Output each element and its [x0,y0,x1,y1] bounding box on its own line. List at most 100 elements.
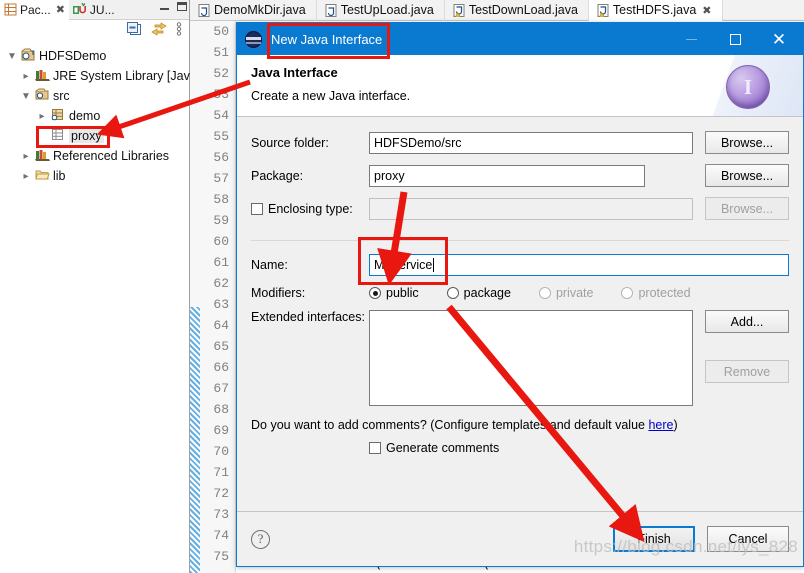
editor-tab-testhdfs[interactable]: TestHDFS.java ✖ [588,0,723,21]
line-number: 59 [213,213,229,228]
editor-tab-label: TestDownLoad.java [468,3,578,17]
chevron-down-icon[interactable]: ▼ [20,91,32,102]
view-window-buttons [160,2,187,11]
chevron-right-icon[interactable]: ▸ [36,111,48,122]
line-number: 60 [213,234,229,249]
package-label: Package: [251,168,304,183]
help-icon-label: ? [257,531,264,546]
source-folder-label: Source folder: [251,135,329,150]
watermark: https://blog.csdn.net/lys_828 [573,537,798,556]
view-tab-package-explorer[interactable]: Pac... ✖ [0,0,69,20]
editor-tab-demomkdir[interactable]: DemoMkDir.java [190,0,317,21]
editor-tab-testdownload[interactable]: TestDownLoad.java [445,0,589,21]
radio-icon[interactable] [446,287,459,299]
extended-interfaces-buttons: Add... Remove [705,310,789,383]
chevron-down-icon[interactable]: ▼ [6,51,18,62]
editor-tab-label: TestHDFS.java [612,3,697,17]
close-icon[interactable]: ✖ [56,3,65,16]
package-explorer-panel: Pac... ✖ JU... ▼ HDFSDemo ▸ JRE System L… [0,0,190,573]
close-button[interactable]: ✕ [757,23,801,55]
close-icon[interactable]: ✖ [702,4,711,17]
editor-tab-testupload[interactable]: TestUpLoad.java [317,0,445,21]
enclosing-type-row: Enclosing type: Browse... [251,197,789,220]
tree-item-src[interactable]: ▼ src [0,86,189,106]
line-number: 54 [213,108,229,123]
extended-interfaces-list[interactable] [369,310,693,406]
tree-item-label: JRE System Library [Jav [53,69,190,83]
enclosing-type-label: Enclosing type: [268,201,353,216]
chevron-right-icon[interactable]: ▸ [20,151,32,162]
minimize-icon[interactable] [160,3,169,10]
folder-icon [35,168,50,184]
tree-item-label: src [53,89,70,103]
modifier-private: private [538,286,593,300]
maximize-icon[interactable] [177,2,187,11]
chevron-right-icon[interactable]: ▸ [20,171,32,182]
view-tab-junit[interactable]: JU... [69,0,119,20]
modifier-label: public [386,286,419,300]
junit-icon [72,2,87,16]
line-number: 58 [213,192,229,207]
tree-item-proxy[interactable]: ▸ proxy [0,126,189,146]
new-java-interface-dialog: New Java Interface ✕ I Java Interface Cr… [236,22,804,567]
view-tab-label: JU... [89,2,115,17]
line-number: 57 [213,171,229,186]
name-input[interactable]: MyService​ [369,254,789,276]
line-number: 61 [213,255,229,270]
modifier-protected: protected [621,286,691,300]
line-number: 62 [213,276,229,291]
screenshot-root: Pac... ✖ JU... ▼ HDFSDemo ▸ JRE System L… [0,0,804,573]
help-icon[interactable]: ? [251,529,270,549]
comments-question: Do you want to add comments? (Configure … [251,418,789,432]
java-file-warning-icon [597,3,609,17]
chevron-placeholder-icon: ▸ [36,131,48,142]
line-number: 55 [213,129,229,144]
configure-templates-link[interactable]: here [648,418,673,432]
tree-item-demo[interactable]: ▸ demo [0,106,189,126]
java-file-warning-icon [453,3,465,17]
tree-item-hdfsdemo[interactable]: ▼ HDFSDemo [0,46,189,66]
modifier-public[interactable]: public [369,286,419,300]
package-icon [51,108,66,124]
comments-question-prefix: Do you want to add comments? (Configure … [251,418,649,432]
line-number-gutter: 50 51 52 53 54 55 56 57 58 59 60 61 62 6… [190,21,236,573]
line-number: 52 [213,66,229,81]
tree-item-lib[interactable]: ▸ lib [0,166,189,186]
source-folder-browse-button[interactable]: Browse... [705,131,789,154]
package-explorer-icon [4,3,17,16]
tree-item-jre-system-library[interactable]: ▸ JRE System Library [Jav [0,66,189,86]
modifier-package[interactable]: package [446,286,511,300]
extended-interfaces-row: Extended interfaces: Add... Remove [251,310,789,406]
view-tab-label: Pac... [20,2,51,17]
package-input[interactable]: proxy [369,164,645,187]
editor-scrollbar[interactable] [190,307,200,573]
modifier-label: package [463,286,511,300]
java-file-icon [198,3,210,17]
enclosing-type-checkbox[interactable] [251,202,263,215]
line-number: 56 [213,150,229,165]
java-project-icon [21,48,36,65]
collapse-all-icon[interactable] [127,21,142,41]
enclosing-type-label-group[interactable]: Enclosing type: [251,202,369,216]
tree-item-referenced-libraries[interactable]: ▸ Referenced Libraries [0,146,189,166]
maximize-button[interactable] [713,23,757,55]
view-menu-icon[interactable] [176,21,182,41]
tree-item-label: Referenced Libraries [53,149,170,163]
library-icon [35,68,50,84]
generate-comments-row[interactable]: Generate comments [251,441,789,455]
chevron-right-icon[interactable]: ▸ [20,71,32,82]
modifiers-row: Modifiers: public package private protec… [251,286,789,300]
source-folder-input[interactable]: HDFSDemo/src [369,131,693,154]
tree-item-label: HDFSDemo [39,49,107,63]
editor-tab-label: DemoMkDir.java [214,3,306,17]
dialog-titlebar[interactable]: New Java Interface ✕ [237,23,803,55]
name-label: Name: [251,258,288,272]
link-with-editor-icon[interactable] [151,21,167,41]
radio-icon[interactable] [369,287,381,299]
generate-comments-checkbox[interactable] [369,442,381,454]
package-row: Package: proxy Browse... [251,164,789,187]
tree-item-label: demo [69,109,101,123]
package-browse-button[interactable]: Browse... [705,164,789,187]
editor-tabbar: DemoMkDir.java TestUpLoad.java TestDownL… [190,0,804,21]
add-interface-button[interactable]: Add... [705,310,789,333]
